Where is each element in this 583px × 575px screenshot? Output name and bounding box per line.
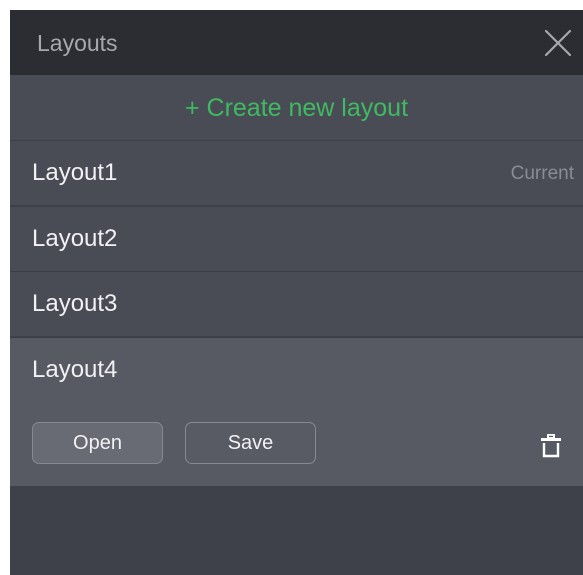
layout-item-layout3[interactable]: Layout3 bbox=[10, 271, 583, 336]
layout-item-layout1[interactable]: Layout1 Current bbox=[10, 140, 583, 205]
layout-item-layout4[interactable]: Layout4 Open Save bbox=[10, 337, 583, 486]
current-badge: Current bbox=[510, 163, 574, 184]
layout-item-label: Layout1 bbox=[32, 159, 118, 186]
panel-header: Layouts bbox=[10, 10, 583, 75]
create-new-layout-button[interactable]: + Create new layout bbox=[10, 75, 583, 140]
layout-item-label: Layout2 bbox=[32, 225, 118, 252]
layout-item-layout2[interactable]: Layout2 bbox=[10, 206, 583, 271]
open-button[interactable]: Open bbox=[32, 422, 163, 464]
trash-icon[interactable] bbox=[540, 434, 562, 458]
panel-title: Layouts bbox=[37, 30, 118, 56]
close-icon[interactable] bbox=[543, 28, 573, 58]
layout-item-label: Layout4 bbox=[32, 356, 118, 383]
layout-item-label: Layout3 bbox=[32, 290, 118, 317]
save-button[interactable]: Save bbox=[185, 422, 316, 464]
create-new-layout-label: + Create new layout bbox=[184, 94, 409, 122]
layouts-panel: Layouts + Create new layout Layout1 Curr… bbox=[10, 10, 583, 575]
